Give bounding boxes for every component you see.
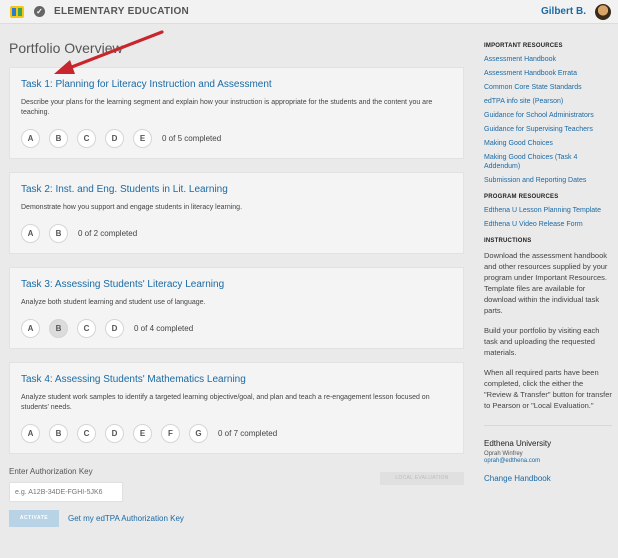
resource-link[interactable]: edTPA info site (Pearson) [484, 97, 612, 106]
resource-link[interactable]: Assessment Handbook [484, 55, 612, 64]
task-parts: ABCDEFG 0 of 7 completed [21, 424, 452, 443]
task-list: Task 1: Planning for Literacy Instructio… [9, 67, 464, 454]
contact-email[interactable]: oprah@edthena.com [484, 458, 612, 465]
task-part-button[interactable]: B [49, 129, 68, 148]
resource-link[interactable]: Common Core State Standards [484, 83, 612, 92]
task-part-button[interactable]: C [77, 129, 96, 148]
task-part-button[interactable]: A [21, 129, 40, 148]
important-resources-heading: IMPORTANT RESOURCES [484, 43, 563, 49]
task-progress: 0 of 7 completed [218, 429, 278, 438]
check-circle-icon: ✓ [34, 6, 45, 17]
app-logo-icon[interactable] [9, 4, 25, 20]
resource-link[interactable]: Assessment Handbook Errata [484, 69, 612, 78]
resource-link[interactable]: Guidance for School Administrators [484, 111, 612, 120]
resource-link[interactable]: Edthena U Video Release Form [484, 220, 612, 229]
task-description: Describe your plans for the learning seg… [21, 99, 433, 116]
task-part-button[interactable]: A [21, 224, 40, 243]
instructions-list: Download the assessment handbook and oth… [484, 250, 612, 411]
resource-link[interactable]: Guidance for Supervising Teachers [484, 125, 612, 134]
contact-name: Oprah Winfrey [484, 451, 523, 457]
task-description: Demonstrate how you support and engage s… [21, 204, 243, 211]
program-resources-list: Edthena U Lesson Planning Template Edthen… [484, 206, 612, 229]
instruction-paragraph: Download the assessment handbook and oth… [484, 251, 608, 315]
sidebar-divider [484, 425, 612, 426]
task-progress: 0 of 5 completed [162, 134, 222, 143]
resource-link[interactable]: Edthena U Lesson Planning Template [484, 206, 612, 215]
resource-link[interactable]: Making Good Choices [484, 139, 612, 148]
local-evaluation-button[interactable]: LOCAL EVALUATION [380, 472, 464, 485]
task-title[interactable]: Task 4: Assessing Students' Mathematics … [21, 374, 452, 385]
task-part-button[interactable]: E [133, 129, 152, 148]
task-part-button[interactable]: G [189, 424, 208, 443]
task-part-button[interactable]: C [77, 424, 96, 443]
org-name: Edthena University [484, 439, 552, 448]
task-part-button[interactable]: F [161, 424, 180, 443]
task-parts: ABCD 0 of 4 completed [21, 319, 452, 338]
task-card: Task 4: Assessing Students' Mathematics … [9, 362, 464, 454]
task-title[interactable]: Task 2: Inst. and Eng. Students in Lit. … [21, 184, 452, 195]
task-card: Task 2: Inst. and Eng. Students in Lit. … [9, 172, 464, 254]
change-handbook-link[interactable]: Change Handbook [484, 474, 612, 483]
task-part-button[interactable]: B [49, 319, 68, 338]
task-part-button[interactable]: E [133, 424, 152, 443]
auth-row: LOCAL EVALUATION [9, 472, 464, 504]
resource-link[interactable]: Making Good Choices (Task 4 Addendum) [484, 153, 612, 171]
instruction-paragraph: Build your portfolio by visiting each ta… [484, 326, 600, 357]
task-part-button[interactable]: C [77, 319, 96, 338]
task-progress: 0 of 4 completed [134, 324, 194, 333]
task-part-button[interactable]: D [105, 129, 124, 148]
get-auth-key-link[interactable]: Get my edTPA Authorization Key [68, 514, 184, 523]
task-card: Task 3: Assessing Students' Literacy Lea… [9, 267, 464, 349]
sidebar: IMPORTANT RESOURCES Assessment Handbook A… [484, 43, 612, 483]
resource-link[interactable]: Submission and Reporting Dates [484, 176, 612, 185]
instructions-heading: INSTRUCTIONS [484, 238, 532, 244]
important-resources-list: Assessment Handbook Assessment Handbook E… [484, 55, 612, 185]
task-description: Analyze student work samples to identify… [21, 394, 430, 411]
task-description: Analyze both student learning and studen… [21, 299, 206, 306]
task-title[interactable]: Task 3: Assessing Students' Literacy Lea… [21, 279, 452, 290]
task-part-button[interactable]: B [49, 224, 68, 243]
task-part-button[interactable]: D [105, 424, 124, 443]
activate-button[interactable]: ACTIVATE [9, 510, 59, 527]
task-part-button[interactable]: A [21, 319, 40, 338]
user-name[interactable]: Gilbert B. [541, 6, 586, 17]
auth-key-input[interactable] [9, 482, 123, 502]
instruction-paragraph: When all required parts have been comple… [484, 368, 612, 410]
program-title: ELEMENTARY EDUCATION [54, 6, 190, 17]
task-part-button[interactable]: A [21, 424, 40, 443]
activate-row: ACTIVATE Get my edTPA Authorization Key [9, 510, 464, 527]
program-resources-heading: PROGRAM RESOURCES [484, 194, 559, 200]
avatar[interactable] [595, 4, 611, 20]
task-progress: 0 of 2 completed [78, 229, 138, 238]
task-parts: ABCDE 0 of 5 completed [21, 129, 452, 148]
top-bar: ✓ ELEMENTARY EDUCATION Gilbert B. [0, 0, 618, 24]
main-content: Portfolio Overview Task 1: Planning for … [9, 40, 464, 527]
task-part-button[interactable]: D [105, 319, 124, 338]
annotation-arrow-icon [54, 30, 164, 74]
task-part-button[interactable]: B [49, 424, 68, 443]
task-parts: AB 0 of 2 completed [21, 224, 452, 243]
